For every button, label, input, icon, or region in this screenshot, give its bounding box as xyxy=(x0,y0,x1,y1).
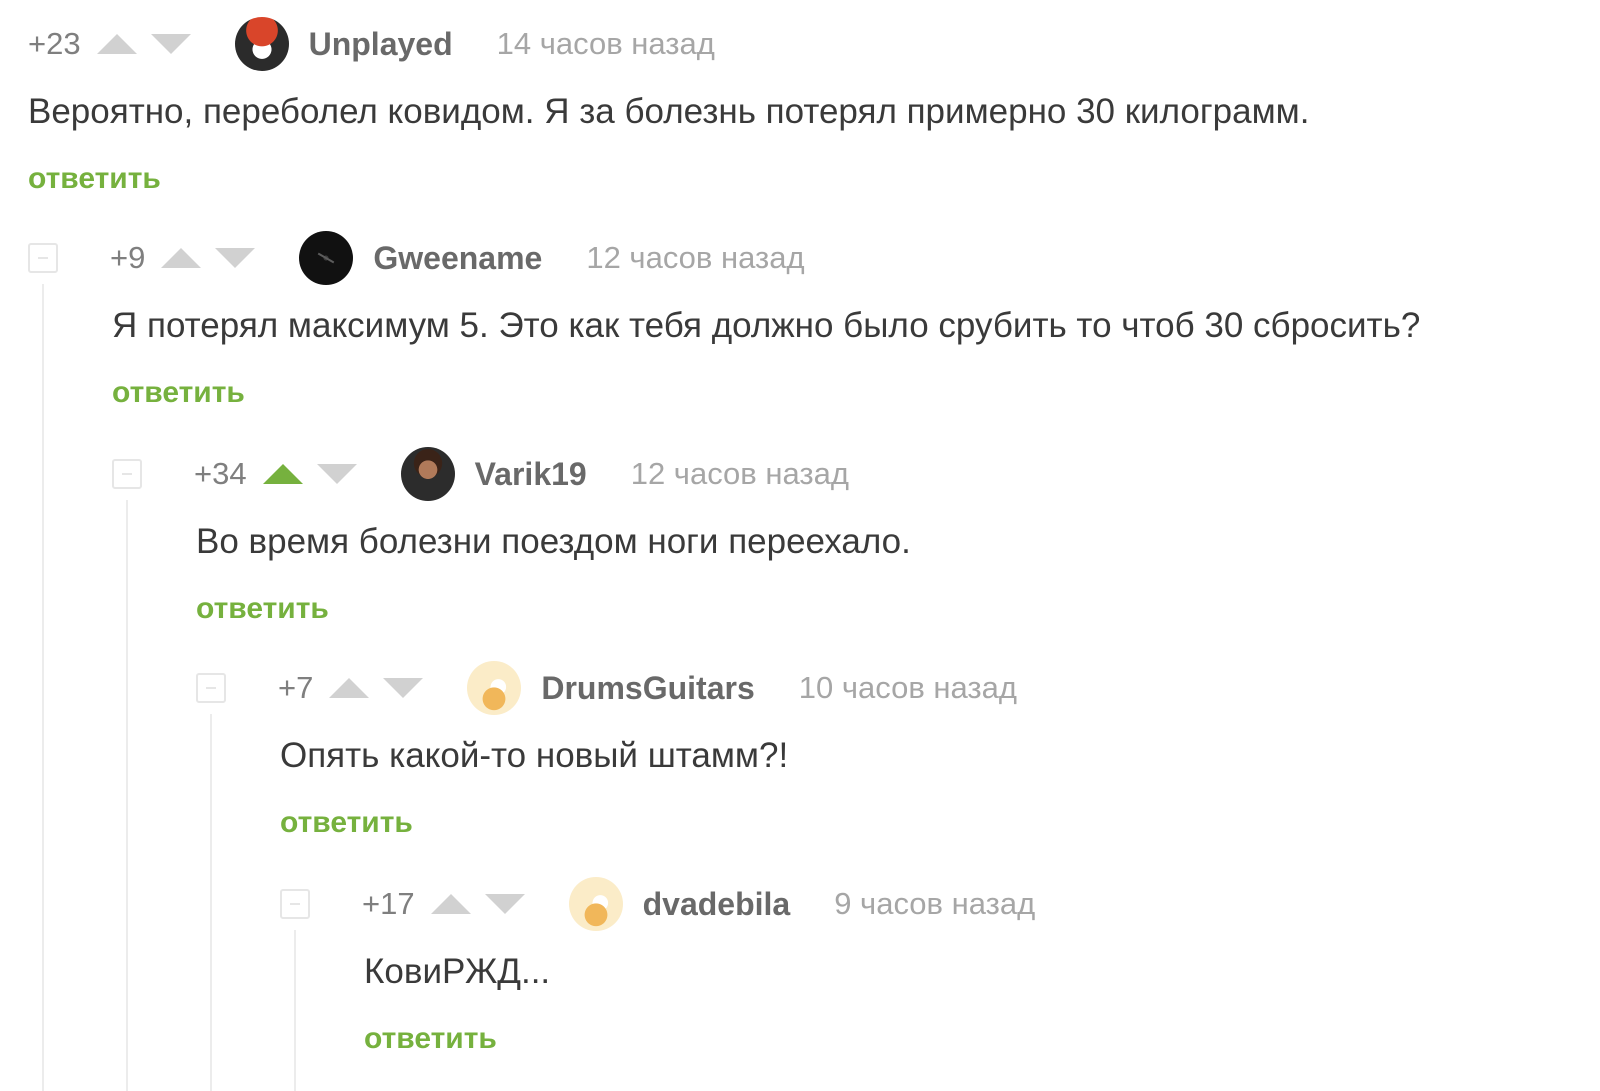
author-name[interactable]: Gweename xyxy=(373,240,542,277)
comment-time[interactable]: 9 часов назад xyxy=(834,886,1035,922)
comment-header: +34 Varik19 12 часов назад xyxy=(112,446,849,502)
comment-text: Я потерял максимум 5. Это как тебя должн… xyxy=(112,306,1421,345)
collapse-button[interactable] xyxy=(28,243,58,273)
rating-value: +17 xyxy=(362,886,415,921)
reply-button[interactable]: ответить xyxy=(28,162,161,196)
comments-thread: +23 Unplayed 14 часов назад Вероятно, пе… xyxy=(0,0,1600,1091)
vote-up-icon[interactable] xyxy=(430,894,471,914)
collapse-button[interactable] xyxy=(112,459,142,489)
author-name[interactable]: DrumsGuitars xyxy=(541,670,754,707)
author-name[interactable]: dvadebila xyxy=(643,886,791,923)
collapse-button[interactable] xyxy=(280,889,310,919)
reply-button[interactable]: ответить xyxy=(280,806,413,840)
author-name[interactable]: Unplayed xyxy=(309,26,453,63)
avatar[interactable] xyxy=(234,17,289,71)
thread-line[interactable] xyxy=(42,284,44,1091)
comment-text: Опять какой-то новый штамм?! xyxy=(280,736,789,775)
comment-text: КовиРЖД... xyxy=(364,952,551,991)
thread-line[interactable] xyxy=(126,500,128,1091)
avatar[interactable] xyxy=(568,877,623,931)
author-name[interactable]: Varik19 xyxy=(475,456,587,493)
rating-value: +23 xyxy=(28,26,81,61)
thread-line[interactable] xyxy=(294,930,296,1091)
comment-time[interactable]: 10 часов назад xyxy=(799,670,1017,706)
comment-header: +17 dvadebila 9 часов назад xyxy=(280,876,1035,932)
vote-down-icon[interactable] xyxy=(316,464,357,484)
thread-line[interactable] xyxy=(210,714,212,1091)
rating-value: +7 xyxy=(278,670,314,705)
comment-header: +23 Unplayed 14 часов назад xyxy=(28,16,715,72)
comment-header: +9 Gweename 12 часов назад xyxy=(28,230,805,286)
vote-up-icon[interactable] xyxy=(161,248,202,268)
comment-time[interactable]: 14 часов назад xyxy=(497,26,715,62)
reply-button[interactable]: ответить xyxy=(112,376,245,410)
comment-header: +7 DrumsGuitars 10 часов назад xyxy=(196,660,1017,716)
vote-up-icon[interactable] xyxy=(262,464,303,484)
vote-down-icon[interactable] xyxy=(215,248,256,268)
reply-button[interactable]: ответить xyxy=(196,592,329,626)
rating-value: +9 xyxy=(110,240,146,275)
collapse-button[interactable] xyxy=(196,673,226,703)
vote-down-icon[interactable] xyxy=(383,678,424,698)
avatar[interactable] xyxy=(299,231,354,285)
comment-text: Вероятно, переболел ковидом. Я за болезн… xyxy=(28,92,1310,131)
avatar[interactable] xyxy=(400,447,455,501)
vote-up-icon[interactable] xyxy=(329,678,370,698)
rating-value: +34 xyxy=(194,456,247,491)
vote-down-icon[interactable] xyxy=(150,34,191,54)
vote-up-icon[interactable] xyxy=(96,34,137,54)
comment-time[interactable]: 12 часов назад xyxy=(631,456,849,492)
comment-text: Во время болезни поездом ноги переехало. xyxy=(196,522,911,561)
comment-time[interactable]: 12 часов назад xyxy=(586,240,804,276)
reply-button[interactable]: ответить xyxy=(364,1022,497,1056)
avatar[interactable] xyxy=(467,661,522,715)
vote-down-icon[interactable] xyxy=(484,894,525,914)
